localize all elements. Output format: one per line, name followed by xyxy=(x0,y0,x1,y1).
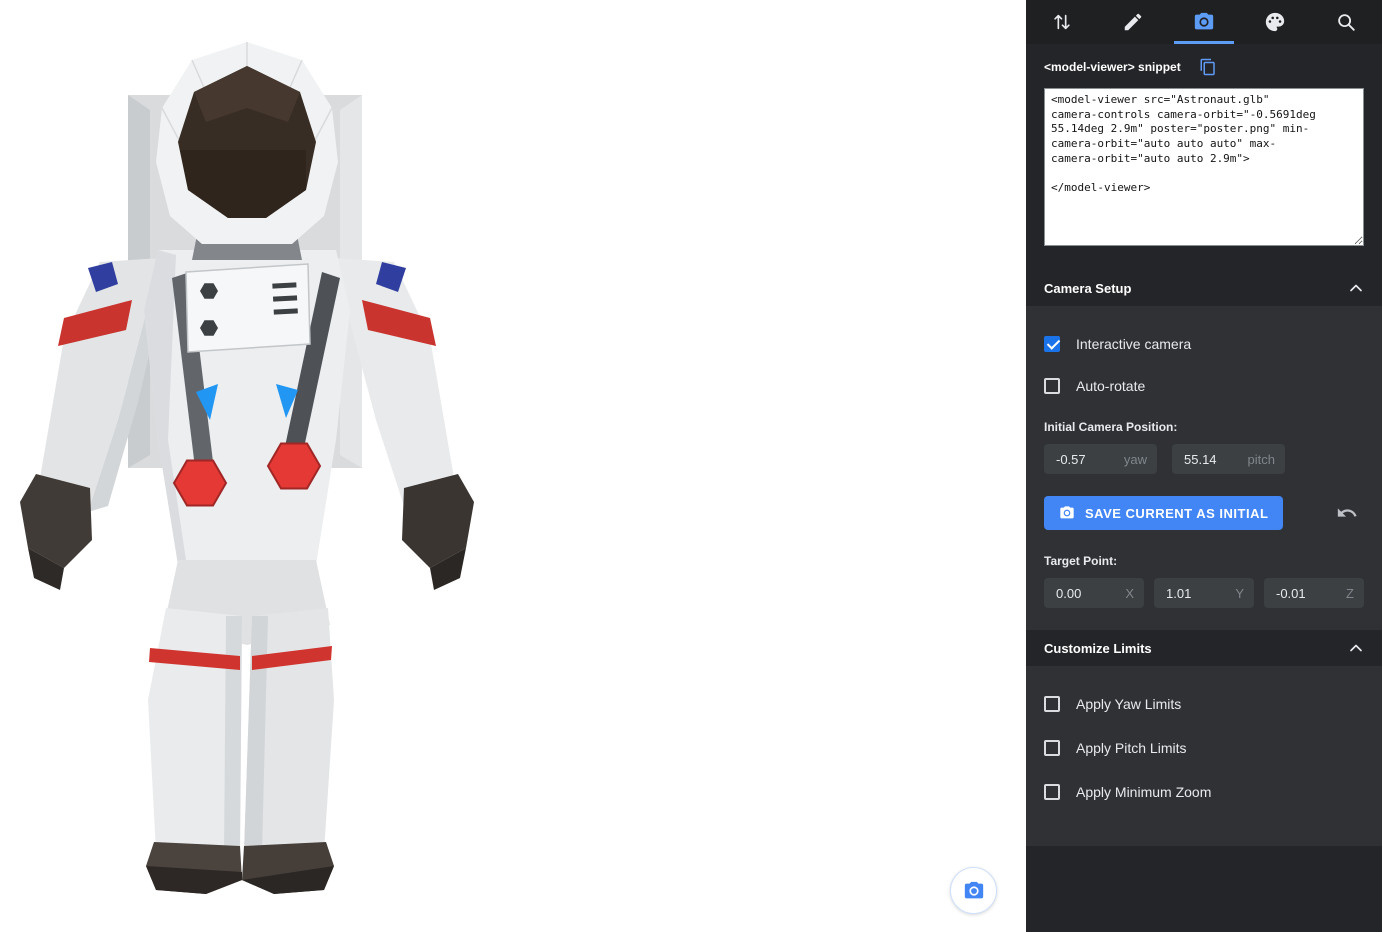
snippet-title: <model-viewer> snippet xyxy=(1044,60,1181,74)
apply-yaw-limits-row[interactable]: Apply Yaw Limits xyxy=(1044,696,1364,712)
yaw-suffix: yaw xyxy=(1124,452,1147,467)
target-point-label: Target Point: xyxy=(1044,554,1364,568)
camera-setup-header[interactable]: Camera Setup xyxy=(1026,270,1382,306)
target-x-field[interactable]: 0.00 X xyxy=(1044,578,1144,608)
interactive-camera-checkbox[interactable] xyxy=(1044,336,1060,352)
save-current-as-initial-button[interactable]: SAVE CURRENT AS INITIAL xyxy=(1044,496,1283,530)
copy-icon[interactable] xyxy=(1199,58,1217,76)
initial-camera-position-label: Initial Camera Position: xyxy=(1044,420,1364,434)
camera-icon xyxy=(963,880,985,902)
camera-icon xyxy=(1059,505,1075,521)
customize-limits-header[interactable]: Customize Limits xyxy=(1026,630,1382,666)
palette-icon xyxy=(1264,11,1286,33)
auto-rotate-checkbox[interactable] xyxy=(1044,378,1060,394)
chevron-up-icon xyxy=(1346,278,1366,298)
customize-limits-title: Customize Limits xyxy=(1044,641,1152,656)
camera-setup-title: Camera Setup xyxy=(1044,281,1131,296)
snippet-code-editor[interactable]: <model-viewer src="Astronaut.glb" camera… xyxy=(1044,88,1364,246)
panel-toolbar xyxy=(1026,0,1382,44)
apply-pitch-limits-row[interactable]: Apply Pitch Limits xyxy=(1044,740,1364,756)
camera-setup-body: Interactive camera Auto-rotate Initial C… xyxy=(1026,306,1382,630)
auto-rotate-checkbox-row[interactable]: Auto-rotate xyxy=(1044,378,1364,394)
astronaut-3d-model[interactable] xyxy=(0,0,1026,932)
target-z-field[interactable]: -0.01 Z xyxy=(1264,578,1364,608)
chevron-up-icon xyxy=(1346,638,1366,658)
interactive-camera-checkbox-row[interactable]: Interactive camera xyxy=(1044,336,1364,352)
target-z-value: -0.01 xyxy=(1276,586,1306,601)
save-button-label: SAVE CURRENT AS INITIAL xyxy=(1085,506,1268,521)
model-viewport[interactable] xyxy=(0,0,1026,932)
apply-minimum-zoom-checkbox[interactable] xyxy=(1044,784,1060,800)
arrows-up-down-icon xyxy=(1051,11,1073,33)
target-y-field[interactable]: 1.01 Y xyxy=(1154,578,1254,608)
search-icon xyxy=(1335,11,1357,33)
apply-pitch-limits-checkbox[interactable] xyxy=(1044,740,1060,756)
target-z-suffix: Z xyxy=(1346,586,1354,601)
tab-camera[interactable] xyxy=(1168,0,1239,44)
editor-panel: <model-viewer> snippet <model-viewer src… xyxy=(1026,0,1382,932)
pitch-suffix: pitch xyxy=(1248,452,1275,467)
auto-rotate-label: Auto-rotate xyxy=(1076,378,1145,394)
target-y-suffix: Y xyxy=(1235,586,1244,601)
yaw-value: -0.57 xyxy=(1056,452,1086,467)
tab-inspector[interactable] xyxy=(1311,0,1382,44)
snippet-section: <model-viewer> snippet <model-viewer src… xyxy=(1026,44,1382,270)
target-x-value: 0.00 xyxy=(1056,586,1081,601)
apply-yaw-limits-label: Apply Yaw Limits xyxy=(1076,696,1181,712)
pitch-field[interactable]: 55.14 pitch xyxy=(1172,444,1285,474)
apply-pitch-limits-label: Apply Pitch Limits xyxy=(1076,740,1186,756)
customize-limits-body: Apply Yaw Limits Apply Pitch Limits Appl… xyxy=(1026,666,1382,846)
tab-edit[interactable] xyxy=(1097,0,1168,44)
interactive-camera-label: Interactive camera xyxy=(1076,336,1191,352)
download-screenshot-button[interactable] xyxy=(950,867,997,914)
panel-filler xyxy=(1026,846,1382,932)
camera-icon xyxy=(1193,11,1215,33)
target-y-value: 1.01 xyxy=(1166,586,1191,601)
undo-icon[interactable] xyxy=(1336,502,1358,524)
apply-minimum-zoom-row[interactable]: Apply Minimum Zoom xyxy=(1044,784,1364,800)
tab-dimensions[interactable] xyxy=(1026,0,1097,44)
tab-materials[interactable] xyxy=(1240,0,1311,44)
apply-yaw-limits-checkbox[interactable] xyxy=(1044,696,1060,712)
yaw-field[interactable]: -0.57 yaw xyxy=(1044,444,1157,474)
target-x-suffix: X xyxy=(1125,586,1134,601)
pencil-icon xyxy=(1122,11,1144,33)
apply-minimum-zoom-label: Apply Minimum Zoom xyxy=(1076,784,1211,800)
pitch-value: 55.14 xyxy=(1184,452,1217,467)
